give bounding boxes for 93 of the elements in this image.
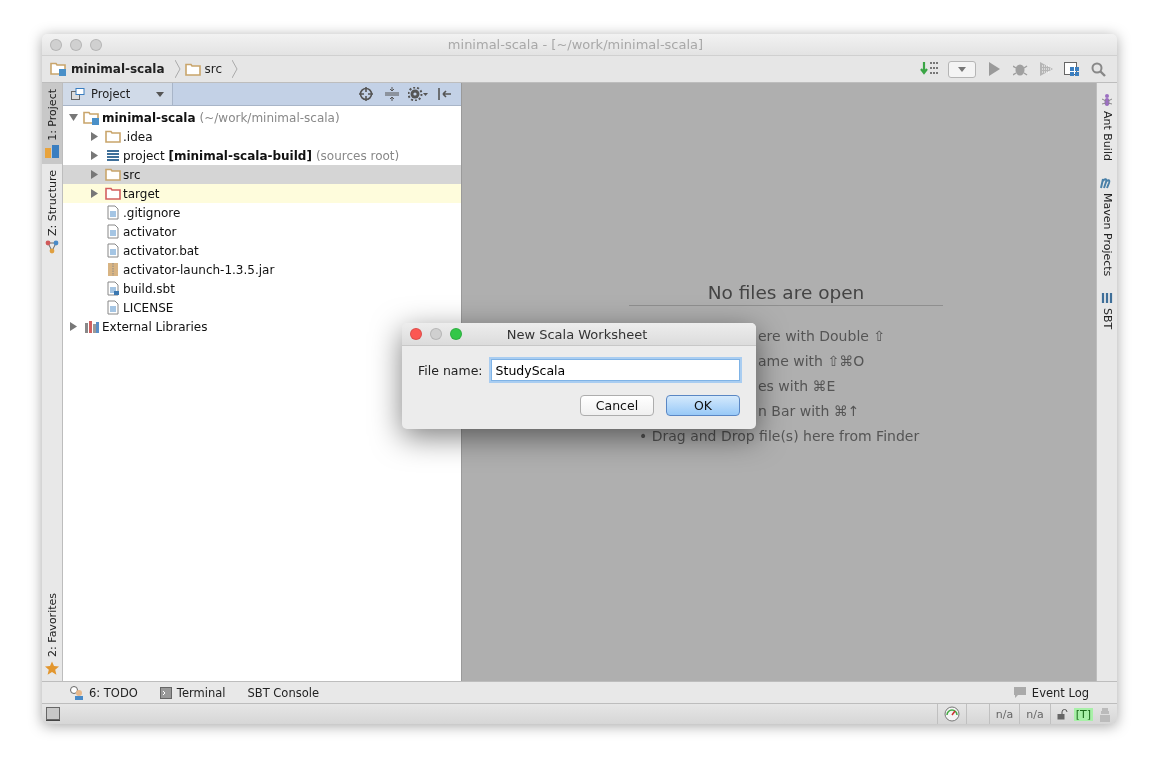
tool-window-tab[interactable]: Maven Projects [1097,176,1117,277]
view-dropdown[interactable]: Project [63,83,173,105]
editor-hint: n Bar with ⌘↑ [758,403,861,421]
window-title: minimal-scala - [~/work/minimal-scala] [446,37,705,52]
lock-icon[interactable] [1056,708,1068,720]
tree-label: .gitignore [123,205,181,220]
folder-icon [104,187,121,200]
module-folder-icon [50,62,67,76]
project-icon [45,144,59,158]
cancel-button[interactable]: Cancel [580,395,654,416]
tool-window-button[interactable]: Terminal [159,685,226,700]
tool-window-button[interactable]: 6: TODO [70,685,138,700]
folder-icon [104,130,121,143]
file-icon [106,205,119,220]
memory-gauge-icon[interactable] [943,706,960,722]
tree-row[interactable]: activator-launch-1.3.5.jar [63,260,461,279]
breadcrumb[interactable]: minimal-scala [50,62,171,76]
tree-label: project [minimal-scala-build] [123,148,312,163]
tree-row[interactable]: activator.bat [63,241,461,260]
file-icon [106,300,119,315]
editor-hint: ame with ⇧⌘O [758,353,866,371]
tree-label: activator-launch-1.3.5.jar [123,262,275,277]
tool-windows-toggle-icon[interactable] [46,707,60,721]
field-label: File name: [418,362,483,378]
tree-label: .idea [123,129,153,144]
tree-note: (~/work/minimal-scala) [199,110,340,125]
tool-window-tab[interactable]: 2: Favorites [42,587,62,681]
tree-label: activator [123,224,177,239]
chevron-icon [232,60,239,78]
chevron-icon [174,60,181,78]
caret-icon [958,66,966,72]
editor-hint: • Drag and Drop file(s) here from Finder [639,428,921,446]
event-log-button[interactable]: Event Log [1012,685,1089,700]
close-button[interactable] [50,38,62,51]
tree-label: target [123,186,160,201]
settings-icon[interactable] [407,84,429,104]
stack-icon [105,149,120,162]
tool-window-tab[interactable]: Ant Build [1097,93,1117,161]
tool-window-tab[interactable]: SBT [1097,292,1117,330]
tree-label: minimal-scala [102,110,196,125]
stack-icon [1101,292,1113,305]
tree-label: activator.bat [123,243,199,258]
run-config-dropdown[interactable] [948,60,976,78]
tree-label: src [123,167,141,182]
file-icon [106,281,119,296]
inspection-badge[interactable]: [T] [1073,707,1093,721]
file-name-field[interactable]: StudyScala [490,359,740,381]
zoom-button[interactable] [450,328,462,340]
expand-arrow-icon[interactable] [68,322,78,331]
tree-label: LICENSE [123,300,174,315]
status-field[interactable]: n/a [1019,704,1050,724]
editor-hint: ere with Double ⇧ [758,328,887,346]
folder-icon [184,62,201,76]
star-icon [45,661,59,675]
ant-icon [1101,93,1113,107]
file-icon [106,243,119,258]
breadcrumb[interactable]: src [184,62,229,76]
tree-row[interactable]: target [63,184,461,203]
books-icon [83,320,100,333]
tool-window-tab[interactable]: 1: Project [42,83,62,164]
tree-row[interactable]: .idea [63,127,461,146]
tree-note: (sources root) [315,148,400,163]
file-icon [106,224,119,239]
caret-icon [156,91,164,97]
tree-row[interactable]: activator [63,222,461,241]
status-field[interactable]: n/a [988,704,1020,724]
tool-window-tab[interactable]: Z: Structure [42,163,62,260]
speech-bubble-icon [1012,686,1027,699]
close-button[interactable] [410,328,422,340]
tree-row[interactable]: src [63,165,461,184]
tree-row[interactable]: LICENSE [63,298,461,317]
person-icon [70,685,84,700]
tree-row[interactable]: External Libraries [63,317,461,336]
folder-icon [104,168,121,181]
ok-button[interactable]: OK [666,395,740,416]
structure-icon [45,239,59,254]
tree-label: External Libraries [102,319,208,334]
minimize-button[interactable] [70,38,82,51]
archive-icon [106,262,119,277]
tool-window-button[interactable]: SBT Console [247,685,319,700]
module-folder-icon [83,110,100,125]
terminal-icon [159,686,172,699]
dialog-title: New Scala Worksheet [505,326,649,342]
tree-row[interactable]: .gitignore [63,203,461,222]
tree-label: build.sbt [123,281,175,296]
empty-editor-heading: No files are open [629,282,943,306]
editor-hint: es with ⌘E [758,378,837,396]
tree-row[interactable]: minimal-scala (~/work/minimal-scala) [63,108,461,127]
tree-row[interactable]: build.sbt [63,279,461,298]
zoom-button[interactable] [90,38,102,51]
windows-icon [71,88,85,100]
tree-row[interactable]: project [minimal-scala-build] (sources root) [63,146,461,165]
collapse-arrow-icon[interactable] [68,113,78,122]
